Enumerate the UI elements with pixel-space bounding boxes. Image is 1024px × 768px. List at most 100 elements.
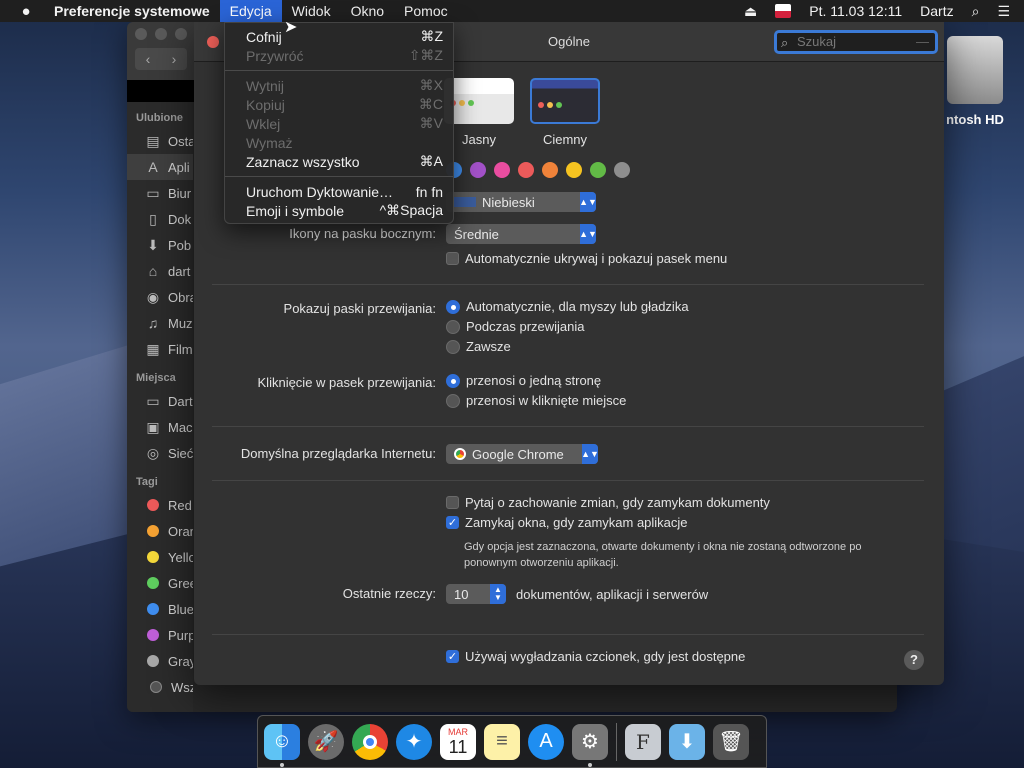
sidebar-tag-red[interactable]: Red bbox=[127, 492, 193, 518]
sidebar-item-desktop[interactable]: ▭ Biur bbox=[127, 180, 193, 206]
menu-window[interactable]: Okno bbox=[341, 0, 394, 22]
finder-close-button[interactable] bbox=[135, 28, 147, 40]
downloads-folder-dock-icon[interactable]: ⬇ bbox=[669, 723, 705, 760]
tag-dot bbox=[147, 499, 159, 511]
accent-color-swatch[interactable] bbox=[614, 162, 630, 178]
clock[interactable]: Pt. 11.03 12:11 bbox=[809, 3, 902, 19]
sidebar-tag-green[interactable]: Gree bbox=[127, 570, 193, 596]
search-icon: ⌕ bbox=[781, 35, 789, 50]
sidebar-item-network[interactable]: ◎ Sieć bbox=[127, 440, 193, 466]
sidebar-item-computer[interactable]: ▭ Dart bbox=[127, 388, 193, 414]
search-field[interactable]: ⌕ Szukaj — bbox=[774, 30, 938, 54]
clear-search-icon[interactable]: — bbox=[916, 33, 929, 51]
sidebar-item-downloads[interactable]: ⬇ Pob bbox=[127, 232, 193, 258]
user-menu[interactable]: Dartz bbox=[920, 3, 953, 19]
launchpad-dock-icon[interactable]: 🚀 bbox=[308, 723, 344, 760]
notes-dock-icon[interactable]: ≡ bbox=[484, 723, 520, 760]
finder-minimize-button[interactable] bbox=[155, 28, 167, 40]
highlight-color-popup[interactable]: Niebieski ▲▼ bbox=[446, 192, 597, 212]
spotlight-icon[interactable]: ⌕ bbox=[972, 3, 980, 20]
desktop-drive[interactable]: ntosh HD bbox=[940, 36, 1010, 127]
sidebar-item-music[interactable]: ♫ Muz bbox=[127, 310, 193, 336]
disk-icon: ▣ bbox=[146, 418, 160, 435]
system-preferences-dock-icon[interactable]: ⚙ bbox=[572, 723, 608, 767]
accent-color-swatch[interactable] bbox=[470, 162, 486, 178]
appearance-light[interactable]: Jasny bbox=[444, 78, 514, 147]
ask-save-checkbox[interactable] bbox=[446, 496, 459, 509]
font-book-dock-icon[interactable]: F bbox=[625, 723, 661, 760]
menu-help[interactable]: Pomoc bbox=[394, 0, 458, 22]
chrome-dock-icon[interactable] bbox=[352, 723, 388, 760]
tag-dot bbox=[147, 577, 159, 589]
accent-color-swatch[interactable] bbox=[542, 162, 558, 178]
eject-icon[interactable]: ⏏ bbox=[744, 3, 757, 20]
back-icon[interactable]: ‹ bbox=[146, 51, 151, 67]
divider bbox=[212, 480, 924, 481]
sidebar-item-recents[interactable]: ▤ Osta bbox=[127, 128, 193, 154]
app-menu[interactable]: Preferencje systemowe bbox=[54, 3, 210, 19]
recent-items-value: 10 bbox=[454, 586, 469, 602]
menu-item-emoji[interactable]: Emoji i symbole ^⌘Spacja bbox=[225, 201, 453, 220]
sidebar-item-label: Apli bbox=[168, 159, 190, 175]
sidebar-item-documents[interactable]: ▯ Dok bbox=[127, 206, 193, 232]
accent-color-swatches bbox=[446, 162, 630, 178]
tag-label: Gree bbox=[168, 575, 193, 591]
menu-item-paste: Wklej ⌘V bbox=[225, 114, 453, 133]
radio-label: Zawsze bbox=[466, 339, 511, 354]
scrollbars-always-radio[interactable] bbox=[446, 339, 460, 354]
accent-color-swatch[interactable] bbox=[590, 162, 606, 178]
help-button[interactable]: ? bbox=[904, 650, 924, 670]
finder-nav-buttons[interactable]: ‹ › bbox=[135, 48, 187, 70]
sidebar-tag-gray[interactable]: Gray bbox=[127, 648, 193, 674]
calendar-dock-icon[interactable]: MAR 11 bbox=[440, 723, 476, 760]
sidebar-item-pictures[interactable]: ◉ Obra bbox=[127, 284, 193, 310]
click-page-radio[interactable] bbox=[446, 373, 460, 388]
finder-zoom-button[interactable] bbox=[175, 28, 187, 40]
safari-compass-icon[interactable]: ✦ bbox=[396, 723, 432, 760]
sidebar-tag-purple[interactable]: Purp bbox=[127, 622, 193, 648]
search-placeholder: Szukaj bbox=[797, 34, 837, 49]
menu-item-shortcut: ^⌘Spacja bbox=[379, 202, 443, 218]
sidebar-item-movies[interactable]: ▦ Film bbox=[127, 336, 193, 362]
menu-item-label: Uruchom Dyktowanie… bbox=[246, 183, 394, 200]
default-browser-label: Domyślna przeglądarka Internetu: bbox=[240, 446, 436, 461]
default-browser-popup[interactable]: Google Chrome ▲▼ bbox=[446, 444, 599, 464]
accent-color-swatch[interactable] bbox=[518, 162, 534, 178]
appearance-dark[interactable]: Ciemny bbox=[530, 78, 600, 147]
notification-center-icon[interactable]: ☰ bbox=[997, 3, 1010, 20]
menu-item-dictation[interactable]: Uruchom Dyktowanie… fn fn bbox=[225, 182, 453, 201]
font-smoothing-checkbox[interactable]: ✓ bbox=[446, 650, 459, 663]
sidebar-icons-control: Średnie ▲▼ bbox=[446, 224, 597, 244]
sidebar-item-label: Film bbox=[168, 341, 193, 357]
accent-color-swatch[interactable] bbox=[494, 162, 510, 178]
music-icon: ♫ bbox=[147, 315, 159, 331]
app-store-dock-icon[interactable]: A bbox=[528, 723, 564, 760]
menu-item-label: Wklej bbox=[246, 115, 281, 132]
recent-items-stepper[interactable]: 10 ▲ ▼ bbox=[446, 584, 506, 604]
stepper-arrows-icon: ▲ ▼ bbox=[490, 584, 506, 604]
autohide-menu-checkbox[interactable] bbox=[446, 252, 459, 265]
click-spot-radio[interactable] bbox=[446, 393, 460, 408]
menu-item-select-all[interactable]: Zaznacz wszystko ⌘A bbox=[225, 152, 453, 171]
sidebar-tag-blue[interactable]: Blue bbox=[127, 596, 193, 622]
forward-icon[interactable]: › bbox=[172, 51, 177, 67]
apple-menu-icon[interactable]: ● bbox=[14, 3, 38, 20]
sidebar-all-tags[interactable]: Wszystkie ta... bbox=[127, 674, 193, 700]
scrollbars-auto-radio[interactable] bbox=[446, 299, 460, 314]
scrollbars-scrolling-radio[interactable] bbox=[446, 319, 460, 334]
finder-dock-icon[interactable]: ☺ bbox=[264, 723, 300, 767]
input-language-icon[interactable] bbox=[775, 4, 792, 18]
favorites-header: Ulubione bbox=[136, 112, 184, 124]
sidebar-tag-orange[interactable]: Oran bbox=[127, 518, 193, 544]
menu-edit[interactable]: Edycja bbox=[219, 0, 282, 22]
trash-dock-icon[interactable]: 🗑 bbox=[713, 723, 749, 760]
sidebar-tag-yellow[interactable]: Yello bbox=[127, 544, 193, 570]
sidebar-item-home[interactable]: ⌂ dart bbox=[127, 258, 193, 284]
close-windows-checkbox[interactable]: ✓ bbox=[446, 516, 459, 529]
sidebar-item-applications[interactable]: A Apli bbox=[127, 154, 193, 180]
accent-color-swatch[interactable] bbox=[566, 162, 582, 178]
sidebar-item-disk[interactable]: ▣ Mac bbox=[127, 414, 193, 440]
sidebar-icons-popup[interactable]: Średnie ▲▼ bbox=[446, 224, 597, 244]
tags-header: Tagi bbox=[136, 476, 158, 488]
menu-item-undo[interactable]: Cofnij ⌘Z bbox=[225, 27, 453, 46]
